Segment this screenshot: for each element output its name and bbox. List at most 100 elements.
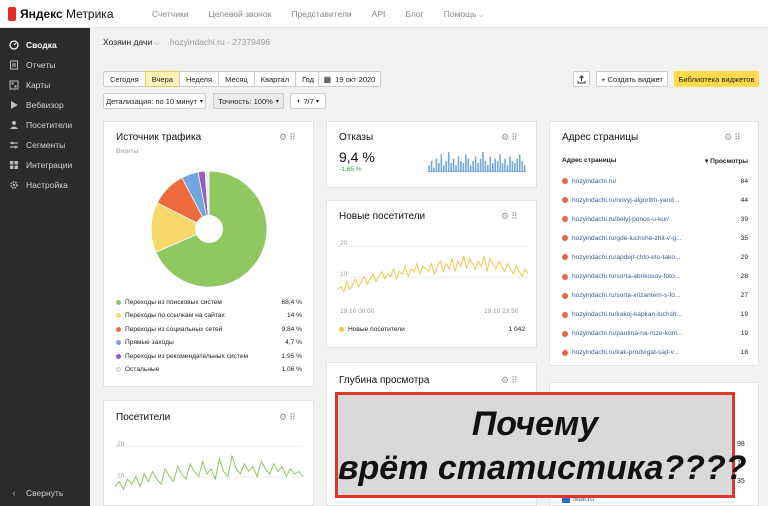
legend-row[interactable]: Прямые заходы 4,7 % xyxy=(116,337,302,349)
sidebar: Сводка Отчеты Карты Вебвизор Посетители … xyxy=(0,28,90,506)
legend-row[interactable]: Переходы из поисковых систем 68,4 % xyxy=(116,296,302,308)
detail-dropdown[interactable]: Детализация: по 10 минут ▾ xyxy=(103,93,206,109)
sidebar-item-settings[interactable]: Настройка xyxy=(0,175,90,195)
page-url-link[interactable]: hozyindachi.ru/apdejt-chto-eto-tako... xyxy=(572,254,741,261)
period-week[interactable]: Неделя xyxy=(178,71,219,87)
period-yesterday[interactable]: Вчера xyxy=(144,71,179,87)
widget-tools[interactable]: ⚙⠿ xyxy=(279,132,298,143)
chevron-down-icon: ⌵ xyxy=(154,40,160,47)
sidebar-item-reports[interactable]: Отчеты xyxy=(0,55,90,75)
sidebar-item-summary[interactable]: Сводка xyxy=(0,35,90,55)
page-url-link[interactable]: hozyindachi.ru/kakoj-kapkan-luchsh... xyxy=(572,311,741,318)
sidebar-item-visitors[interactable]: Посетители xyxy=(0,115,90,135)
segments-count: 7/7 xyxy=(303,96,314,106)
sidebar-item-integrations[interactable]: Интеграции xyxy=(0,155,90,175)
gauge-icon xyxy=(9,40,19,50)
legend-row[interactable]: Переходы из рекомендательных систем 1,95 … xyxy=(116,350,302,362)
nav-api[interactable]: API xyxy=(372,9,386,19)
accuracy-label: Точность: 100% xyxy=(218,96,273,106)
page-views-value: 35 xyxy=(740,234,748,242)
series-line xyxy=(115,454,303,491)
page-url-link[interactable]: hozyindachi.ru/belyj-ponos-u-kur/ xyxy=(572,216,741,223)
new-visitors-title: Новые посетители xyxy=(339,211,426,222)
logo-text: Яндекс Метрика xyxy=(20,7,114,21)
legend-dot xyxy=(116,367,121,372)
page-url-link[interactable]: hozyindachi.ru/sorta-xrizantem-s-fo... xyxy=(572,292,741,299)
calendar-icon: ▦ xyxy=(323,74,332,84)
bar xyxy=(514,163,516,172)
bar xyxy=(430,160,433,172)
sidebar-collapse-label: Свернуть xyxy=(26,488,64,498)
nav-representatives[interactable]: Представители xyxy=(291,9,351,19)
map-icon xyxy=(9,80,19,90)
favicon-icon xyxy=(562,311,568,318)
export-button[interactable] xyxy=(573,71,590,87)
gear-icon xyxy=(9,180,19,190)
period-month[interactable]: Месяц xyxy=(218,71,254,87)
overlay-banner: Почему врёт статистика???? xyxy=(335,392,746,498)
yandex-metrica-logo[interactable]: Яндекс Метрика xyxy=(8,5,114,23)
page-url-link[interactable]: hozyindachi.ru/novyj-algoritm-yand... xyxy=(572,197,741,204)
bar xyxy=(469,165,472,172)
date-picker[interactable]: ▦ 19 окт 2020 xyxy=(318,71,381,87)
widget-library-button[interactable]: Библиотека виджетов xyxy=(674,71,759,87)
widget-tools[interactable]: ⚙⠿ xyxy=(501,211,520,222)
logo-mark-icon xyxy=(8,7,16,21)
user-icon xyxy=(9,120,19,130)
counter-selector[interactable]: Хозяин дачи ⌵ hozyindachi.ru · 27379496 xyxy=(103,37,270,48)
bar xyxy=(428,165,430,172)
legend-row[interactable]: Переходы по ссылкам на сайтах 14 % xyxy=(116,310,302,322)
bar xyxy=(521,160,523,172)
legend-dot xyxy=(339,326,344,332)
page-url-link[interactable]: hozyindachi.ru/kak-prodvigat-sajt-v... xyxy=(572,349,741,356)
bar xyxy=(477,163,479,172)
chevron-left-icon: ‹ xyxy=(12,488,16,498)
widget-tools[interactable]: ⚙⠿ xyxy=(501,132,520,143)
traffic-subtitle: Визиты xyxy=(116,148,139,155)
widget-tools[interactable]: ⚙⠿ xyxy=(501,375,520,386)
create-widget-button[interactable]: + Создать виджет xyxy=(596,71,668,87)
bar xyxy=(516,158,519,172)
page-views-value: 84 xyxy=(740,177,748,185)
page-url-link[interactable]: hozyindachi.ru/sorta-abrikosov-foto... xyxy=(572,273,741,280)
bar xyxy=(472,160,474,172)
favicon-icon xyxy=(562,330,568,337)
x-tick-label: 19.10 00:00 xyxy=(340,308,375,315)
search-row-value: 98 xyxy=(737,441,745,448)
page-url-link[interactable]: hozyindachi.ru/ xyxy=(572,178,741,185)
sidebar-item-maps[interactable]: Карты xyxy=(0,75,90,95)
legend-row[interactable]: Остальные 1,06 % xyxy=(116,364,302,376)
page-address-title: Адрес страницы xyxy=(562,132,639,143)
nav-target-call[interactable]: Целевой звонок xyxy=(208,9,271,19)
accuracy-dropdown[interactable]: Точность: 100% ▾ xyxy=(213,93,284,109)
legend-label: Переходы из социальных сетей xyxy=(125,325,223,333)
bar xyxy=(460,160,462,172)
widget-tools[interactable]: ⚙⠿ xyxy=(724,132,743,143)
legend-row[interactable]: Переходы из социальных сетей 9,84 % xyxy=(116,323,302,335)
table-row: hozyindachi.ru/kak-prodvigat-sajt-v... 18 xyxy=(562,347,748,359)
nav-blog[interactable]: Блог xyxy=(405,9,423,19)
bar xyxy=(474,156,477,172)
table-row: hozyindachi.ru/sorta-abrikosov-foto... 28 xyxy=(562,271,748,283)
nav-help[interactable]: Помощь ⌵ xyxy=(444,9,484,20)
favicon-icon xyxy=(562,292,568,299)
col-views-header[interactable]: ▾ Просмотры xyxy=(705,157,748,165)
nav-counters[interactable]: Счетчики xyxy=(152,9,188,19)
period-quarter[interactable]: Квартал xyxy=(253,71,296,87)
sidebar-item-segments[interactable]: Сегменты xyxy=(0,135,90,155)
sidebar-collapse-button[interactable]: ‹ Свернуть xyxy=(0,483,90,503)
table-row: hozyindachi.ru/pautina-na-roze-kom... 19 xyxy=(562,328,748,340)
period-today[interactable]: Сегодня xyxy=(103,71,145,87)
favicon-icon xyxy=(562,197,568,204)
widget-tools[interactable]: ⚙⠿ xyxy=(279,412,298,423)
legend-label: Новые посетители xyxy=(348,325,405,333)
page-url-link[interactable]: hozyindachi.ru/pautina-na-roze-kom... xyxy=(572,330,741,337)
depth-title: Глубина просмотра xyxy=(339,375,430,386)
page-url-link[interactable]: hozyindachi.ru/gde-luchshe-zhit-v-g... xyxy=(572,235,741,242)
sidebar-item-webvisor[interactable]: Вебвизор xyxy=(0,95,90,115)
new-visitors-legend: Новые посетители 1 042 xyxy=(339,324,525,334)
new-visitors-chart xyxy=(338,246,528,294)
chevron-down-icon: ▾ xyxy=(199,98,203,105)
visitors-title: Посетители xyxy=(116,412,171,423)
segments-dropdown[interactable]: ◐ 7/7 ▾ xyxy=(290,93,326,109)
